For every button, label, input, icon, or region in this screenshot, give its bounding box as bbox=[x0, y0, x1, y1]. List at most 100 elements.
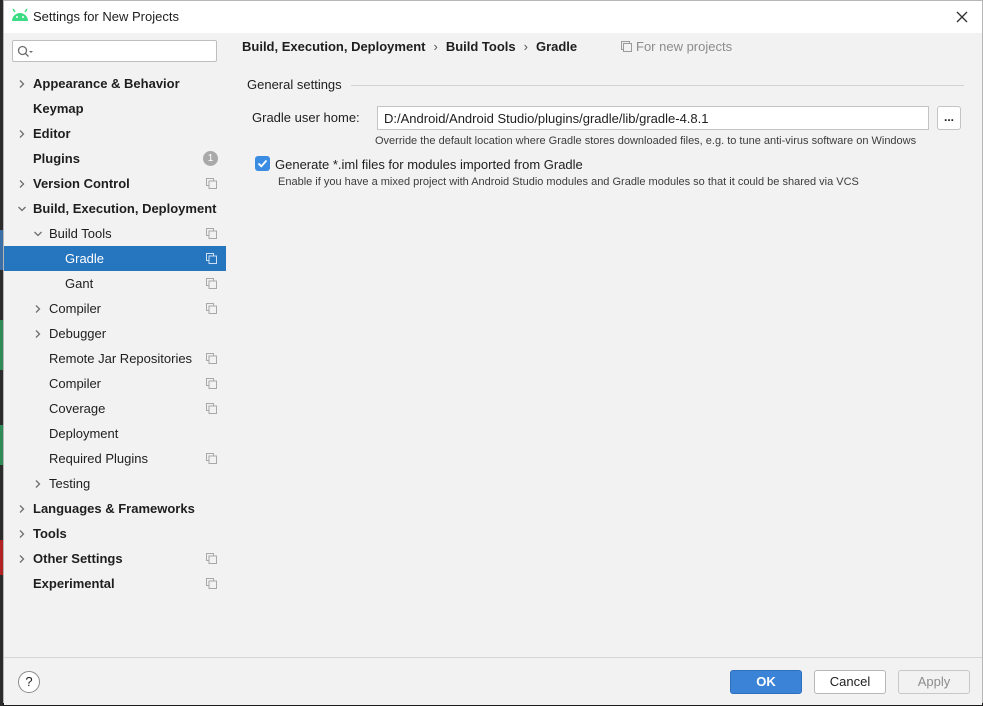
sidebar-item-label: Compiler bbox=[49, 376, 102, 391]
project-scope-icon bbox=[206, 378, 217, 389]
scope-indicator: For new projects bbox=[621, 39, 732, 54]
sidebar-item-label: Appearance & Behavior bbox=[33, 76, 180, 91]
breadcrumb-item[interactable]: Build, Execution, Deployment bbox=[242, 39, 425, 54]
sidebar-item-compiler[interactable]: Compiler bbox=[4, 371, 226, 396]
sidebar-item-testing[interactable]: Testing bbox=[4, 471, 226, 496]
sidebar-item-gant[interactable]: Gant bbox=[4, 271, 226, 296]
project-scope-icon bbox=[206, 253, 217, 264]
sidebar-item-keymap[interactable]: Keymap bbox=[4, 96, 226, 121]
sidebar-item-label: Languages & Frameworks bbox=[33, 501, 195, 516]
sidebar-item-label: Experimental bbox=[33, 576, 115, 591]
sidebar-item-label: Version Control bbox=[33, 176, 130, 191]
chevron-right-icon[interactable] bbox=[17, 554, 27, 564]
sidebar-item-version-control[interactable]: Version Control bbox=[4, 171, 226, 196]
sidebar-item-label: Testing bbox=[49, 476, 91, 491]
sidebar-item-label: Plugins bbox=[33, 151, 80, 166]
breadcrumb: Build, Execution, Deployment › Build Tools… bbox=[242, 39, 577, 55]
chevron-right-icon[interactable] bbox=[17, 179, 27, 189]
sidebar-item-deployment[interactable]: Deployment bbox=[4, 421, 226, 446]
sidebar-item-label: Build, Execution, Deployment bbox=[33, 201, 217, 216]
project-scope-icon bbox=[206, 353, 217, 364]
cancel-button[interactable]: Cancel bbox=[814, 670, 886, 694]
project-scope-icon bbox=[206, 553, 217, 564]
section-title: General settings bbox=[247, 77, 342, 92]
scope-label: For new projects bbox=[636, 39, 733, 54]
sidebar-item-label: Editor bbox=[33, 126, 71, 141]
generate-iml-label[interactable]: Generate *.iml files for modules importe… bbox=[275, 157, 583, 172]
settings-search[interactable] bbox=[12, 40, 217, 62]
sidebar-item-label: Tools bbox=[33, 526, 67, 541]
sidebar-item-label: Keymap bbox=[33, 101, 84, 116]
sidebar-item-languages-frameworks[interactable]: Languages & Frameworks bbox=[4, 496, 226, 521]
chevron-right-icon[interactable] bbox=[17, 504, 27, 514]
sidebar-item-label: Gradle bbox=[65, 251, 105, 266]
sidebar-item-label: Coverage bbox=[49, 401, 106, 416]
chevron-right-icon[interactable] bbox=[17, 79, 27, 89]
chevron-right-icon[interactable] bbox=[33, 304, 43, 314]
breadcrumb-item[interactable]: Gradle bbox=[536, 39, 577, 54]
sidebar-item-editor[interactable]: Editor bbox=[4, 121, 226, 146]
sidebar-item-compiler[interactable]: Compiler bbox=[4, 296, 226, 321]
sidebar-item-remote-jar-repositories[interactable]: Remote Jar Repositories bbox=[4, 346, 226, 371]
chevron-down-icon[interactable] bbox=[33, 229, 43, 239]
chevron-right-icon[interactable] bbox=[17, 129, 27, 139]
sidebar-item-experimental[interactable]: Experimental bbox=[4, 571, 226, 596]
sidebar-item-coverage[interactable]: Coverage bbox=[4, 396, 226, 421]
close-button[interactable] bbox=[950, 5, 974, 29]
chevron-down-icon[interactable] bbox=[17, 204, 27, 214]
project-scope-icon bbox=[206, 453, 217, 464]
project-scope-icon bbox=[206, 228, 217, 239]
sidebar-item-build-execution-deployment[interactable]: Build, Execution, Deployment bbox=[4, 196, 226, 221]
generate-iml-checkbox[interactable] bbox=[255, 156, 270, 171]
android-icon bbox=[12, 8, 28, 21]
sidebar-item-build-tools[interactable]: Build Tools bbox=[4, 221, 226, 246]
chevron-right-icon[interactable] bbox=[17, 529, 27, 539]
settings-tree: Appearance & Behavior Keymap Editor Plugins… bbox=[4, 71, 226, 596]
search-input[interactable] bbox=[35, 42, 214, 62]
gradle-home-hint: Override the default location where Grad… bbox=[375, 135, 917, 147]
sidebar-item-tools[interactable]: Tools bbox=[4, 521, 226, 546]
settings-content: Build, Execution, Deployment › Build Tools… bbox=[226, 33, 982, 657]
sidebar-item-label: Other Settings bbox=[33, 551, 123, 566]
sidebar-item-gradle[interactable]: Gradle bbox=[4, 246, 226, 271]
help-button[interactable]: ? bbox=[18, 671, 40, 693]
ok-button[interactable]: OK bbox=[730, 670, 802, 694]
dialog-footer: ? OK Cancel Apply bbox=[4, 657, 982, 705]
generate-iml-hint: Enable if you have a mixed project with … bbox=[278, 176, 859, 188]
project-scope-icon bbox=[206, 178, 217, 189]
sidebar-item-label: Compiler bbox=[49, 301, 102, 316]
project-scope-icon bbox=[621, 41, 632, 52]
sidebar-item-required-plugins[interactable]: Required Plugins bbox=[4, 446, 226, 471]
sidebar-item-label: Remote Jar Repositories bbox=[49, 351, 193, 366]
settings-sidebar: Appearance & Behavior Keymap Editor Plugins… bbox=[4, 33, 226, 657]
sidebar-item-label: Deployment bbox=[49, 426, 119, 441]
apply-button[interactable]: Apply bbox=[898, 670, 970, 694]
sidebar-item-plugins[interactable]: Plugins 1 bbox=[4, 146, 226, 171]
gradle-home-label: Gradle user home: bbox=[252, 110, 360, 125]
sidebar-item-label: Gant bbox=[65, 276, 94, 291]
update-count-badge: 1 bbox=[203, 151, 218, 166]
close-icon bbox=[956, 11, 968, 23]
search-icon bbox=[17, 45, 33, 57]
project-scope-icon bbox=[206, 278, 217, 289]
breadcrumb-separator: › bbox=[523, 39, 528, 54]
sidebar-item-label: Build Tools bbox=[49, 226, 112, 241]
sidebar-item-other-settings[interactable]: Other Settings bbox=[4, 546, 226, 571]
checkmark-icon bbox=[257, 159, 268, 168]
settings-dialog: Settings for New Projects Appearance & B… bbox=[3, 0, 983, 705]
sidebar-item-label: Debugger bbox=[49, 326, 107, 341]
project-scope-icon bbox=[206, 403, 217, 414]
project-scope-icon bbox=[206, 578, 217, 589]
sidebar-item-appearance-behavior[interactable]: Appearance & Behavior bbox=[4, 71, 226, 96]
sidebar-item-debugger[interactable]: Debugger bbox=[4, 321, 226, 346]
breadcrumb-separator: › bbox=[433, 39, 438, 54]
sidebar-item-label: Required Plugins bbox=[49, 451, 149, 466]
chevron-right-icon[interactable] bbox=[33, 329, 43, 339]
breadcrumb-item[interactable]: Build Tools bbox=[446, 39, 516, 54]
browse-button[interactable]: ... bbox=[937, 106, 961, 130]
window-title: Settings for New Projects bbox=[33, 9, 179, 24]
gradle-home-input[interactable] bbox=[377, 106, 929, 130]
section-divider bbox=[351, 85, 964, 86]
title-bar: Settings for New Projects bbox=[4, 1, 982, 33]
chevron-right-icon[interactable] bbox=[33, 479, 43, 489]
